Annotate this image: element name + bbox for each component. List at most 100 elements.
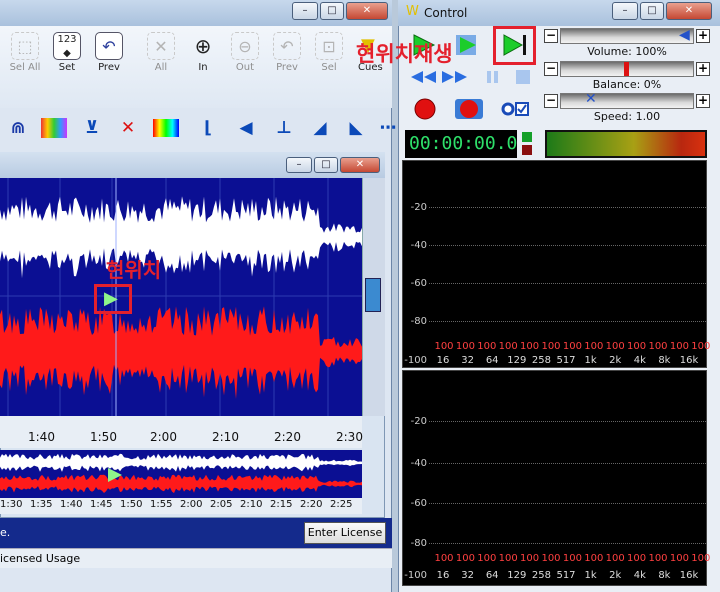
zoom-in-button[interactable]: ⊕ In bbox=[184, 32, 222, 82]
overview-waveform[interactable] bbox=[0, 450, 362, 498]
right-channel-waveform bbox=[0, 306, 362, 399]
zoom-in-icon: ⊕ bbox=[194, 34, 212, 58]
zoom-out-button[interactable]: ⊖ Out bbox=[226, 32, 264, 82]
band-frequency-label: 64 bbox=[485, 570, 499, 581]
equalizer-icon[interactable] bbox=[40, 114, 68, 142]
waveform-svg bbox=[0, 178, 362, 416]
left-channel-waveform bbox=[0, 196, 362, 279]
band-frequency-label: 16 bbox=[436, 570, 450, 581]
trim-start-icon[interactable]: ⌊ bbox=[194, 114, 222, 142]
volume-label: Volume: 100% bbox=[587, 45, 667, 58]
stop-button[interactable] bbox=[508, 62, 538, 92]
enter-license-button[interactable]: Enter License bbox=[304, 522, 386, 544]
band-frequency-label: 2k bbox=[609, 570, 622, 581]
band-value: 100 bbox=[627, 553, 647, 564]
balance-thumb[interactable] bbox=[624, 62, 629, 76]
speed-decrease-button[interactable]: − bbox=[544, 94, 558, 108]
record-options-button[interactable] bbox=[500, 94, 530, 124]
status-text: icensed Usage bbox=[0, 552, 81, 565]
select-all-button[interactable]: ⬚ Sel All bbox=[6, 32, 44, 82]
button-label: All bbox=[154, 62, 168, 73]
volume-increase-button[interactable]: + bbox=[696, 29, 710, 43]
main-titlebar: – □ ✕ bbox=[0, 0, 392, 26]
speaker-icon[interactable]: ◀ bbox=[232, 114, 260, 142]
zoom-prev-button[interactable]: ↶ Prev bbox=[268, 32, 306, 82]
fast-forward-button[interactable] bbox=[440, 62, 470, 92]
maximize-button[interactable]: □ bbox=[320, 2, 344, 20]
overview-time-label: 2:25 bbox=[330, 499, 353, 510]
scroll-thumb[interactable] bbox=[365, 278, 381, 312]
zoom-out-icon: ⊖ bbox=[231, 32, 259, 60]
band-value: 100 bbox=[520, 553, 540, 564]
button-label: Sel bbox=[321, 62, 337, 73]
balance-slider[interactable] bbox=[560, 61, 694, 77]
band-frequency-label: 1k bbox=[584, 570, 597, 581]
overview-time-label: 1:45 bbox=[90, 499, 113, 510]
overview-time-label: 2:00 bbox=[180, 499, 203, 510]
position-marker-icon[interactable]: ▶ bbox=[104, 288, 118, 309]
time-label: 2:00 bbox=[150, 430, 177, 444]
balance-decrease-button[interactable]: − bbox=[544, 62, 558, 76]
overview-time-label: 2:15 bbox=[270, 499, 293, 510]
db-label: -100 bbox=[404, 570, 427, 581]
status-bar: icensed Usage bbox=[0, 548, 392, 568]
speed-slider[interactable]: ✕ bbox=[560, 91, 694, 109]
overview-time-label: 2:10 bbox=[240, 499, 263, 510]
spectrum-icon[interactable] bbox=[152, 114, 180, 142]
wave-maximize-button[interactable]: □ bbox=[314, 157, 338, 173]
cue-set-button[interactable]: 123 ◆ Set bbox=[48, 32, 86, 82]
play-from-cursor-annotation: 현위치재생 bbox=[356, 42, 453, 66]
band-value: 100 bbox=[691, 553, 711, 564]
overview-time-label: 1:55 bbox=[150, 499, 173, 510]
vertical-scrollbar[interactable] bbox=[362, 178, 385, 416]
time-label: 2:10 bbox=[212, 430, 239, 444]
band-frequency-label: 4k bbox=[633, 570, 646, 581]
control-close-button[interactable]: ✕ bbox=[666, 2, 712, 20]
license-message: e. bbox=[0, 526, 11, 539]
split-channels-icon[interactable]: ⊻ bbox=[78, 114, 106, 142]
zoom-all-icon: ✕ bbox=[147, 32, 175, 60]
balance-increase-button[interactable]: + bbox=[696, 62, 710, 76]
band-frequency-label: 517 bbox=[556, 355, 576, 366]
overview-time-label: 1:30 bbox=[0, 499, 23, 510]
band-frequency-label: 16k bbox=[679, 355, 699, 366]
time-label: 2:30 bbox=[336, 430, 363, 444]
speed-increase-button[interactable]: + bbox=[696, 94, 710, 108]
waveform-shape-icon[interactable]: ⋒ bbox=[4, 114, 32, 142]
zoom-sel-button[interactable]: ⊡ Sel bbox=[310, 32, 348, 82]
time-label: 1:40 bbox=[28, 430, 55, 444]
control-maximize-button[interactable]: □ bbox=[640, 2, 664, 20]
band-frequency-label: 8k bbox=[658, 355, 671, 366]
license-bar: e. Enter License bbox=[0, 518, 392, 548]
record-selection-button[interactable] bbox=[454, 94, 484, 124]
play-selection-button[interactable] bbox=[452, 30, 482, 60]
cue-prev-button[interactable]: ↶ Prev bbox=[90, 32, 128, 82]
zoom-all-button[interactable]: ✕ All bbox=[142, 32, 180, 82]
volume-decrease-button[interactable]: − bbox=[544, 29, 558, 43]
speed-thumb[interactable]: ✕ bbox=[585, 91, 597, 107]
minimize-button[interactable]: – bbox=[292, 2, 318, 20]
band-value: 100 bbox=[691, 341, 711, 352]
control-minimize-button[interactable]: – bbox=[612, 2, 638, 20]
band-value: 100 bbox=[477, 341, 497, 352]
fade-in-icon[interactable]: ◢ bbox=[306, 114, 334, 142]
volume-slider[interactable]: ◀ bbox=[560, 27, 694, 44]
waveform-display[interactable] bbox=[0, 178, 362, 416]
rewind-button[interactable] bbox=[408, 62, 438, 92]
close-button[interactable]: ✕ bbox=[346, 2, 388, 20]
db-label: -20 bbox=[410, 202, 427, 213]
record-button[interactable] bbox=[410, 94, 440, 124]
band-value: 100 bbox=[434, 553, 454, 564]
band-value: 100 bbox=[455, 341, 475, 352]
band-value: 100 bbox=[627, 341, 647, 352]
wave-close-button[interactable]: ✕ bbox=[340, 157, 380, 173]
wave-minimize-button[interactable]: – bbox=[286, 157, 312, 173]
volume-slider-icon[interactable]: ⊥ bbox=[270, 114, 298, 142]
remove-marker-icon[interactable]: ✕ bbox=[114, 114, 142, 142]
app-logo-icon: W bbox=[406, 4, 419, 19]
band-frequency-label: 64 bbox=[485, 355, 499, 366]
level-meter bbox=[545, 130, 707, 158]
band-frequency-label: 517 bbox=[556, 570, 576, 581]
fade-out-icon[interactable]: ◣ bbox=[342, 114, 370, 142]
pause-button[interactable] bbox=[478, 62, 508, 92]
